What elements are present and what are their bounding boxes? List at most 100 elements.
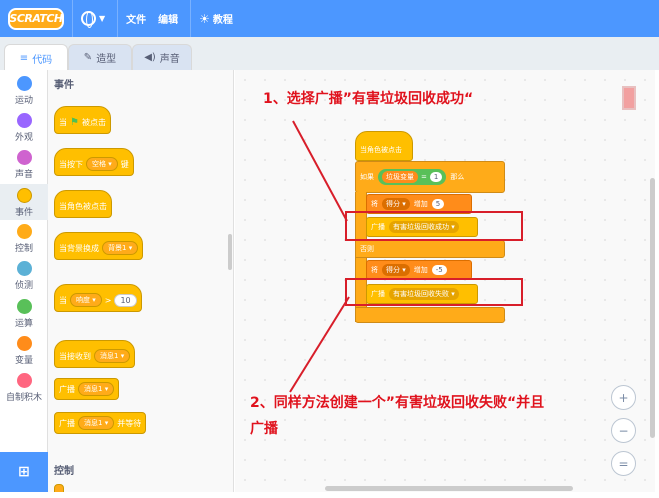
- speaker-icon: ◀): [144, 52, 156, 63]
- block-text: 当角色被点击: [59, 201, 107, 211]
- my-blocks-color-dot: [16, 373, 32, 388]
- category-motion[interactable]: 运动: [0, 76, 48, 106]
- tab-code-label: 代码: [32, 54, 53, 66]
- backdrop-value: 背景1: [108, 244, 127, 252]
- category-label: 运动: [14, 96, 33, 106]
- menu-divider: [190, 0, 192, 37]
- backdrop-dropdown[interactable]: 背景1 ▾: [102, 241, 139, 255]
- message-value: 消息1: [84, 419, 103, 427]
- sensing-color-dot: [16, 261, 32, 276]
- highlight-box-failure: [345, 278, 523, 306]
- events-heading: 事件: [54, 80, 74, 91]
- block-when-key-pressed[interactable]: 当按下 空格 ▾ 键: [54, 148, 134, 176]
- sensor-value: 响度: [76, 296, 90, 304]
- condition-value-input[interactable]: 1: [429, 172, 443, 182]
- script-area-horizontal-scrollbar[interactable]: [325, 486, 573, 491]
- annotation-step-2-line-2: 广播: [250, 421, 278, 437]
- block-when-sprite-clicked[interactable]: 当角色被点击: [54, 190, 112, 218]
- tutorials-menu[interactable]: ☀ 教程: [199, 11, 233, 27]
- if-condition-row[interactable]: 如果 垃圾变量 = 1 那么: [356, 166, 468, 188]
- file-menu[interactable]: 文件: [126, 11, 146, 26]
- chevron-down-icon: ▼: [99, 14, 106, 23]
- add-extension-icon: ⊞: [18, 464, 30, 480]
- tab-sounds[interactable]: ◀) 声音: [132, 44, 192, 70]
- zoom-reset-icon: =: [618, 456, 629, 471]
- equals-symbol: =: [421, 173, 427, 181]
- category-sound[interactable]: 声音: [0, 150, 48, 180]
- block-text: 键: [120, 159, 129, 169]
- category-menu: 运动 外观 声音 事件 控制 侦测 运算 变量 自制积木: [0, 70, 48, 456]
- block-broadcast-and-wait[interactable]: 广播 消息1 ▾ 并等待: [54, 412, 147, 434]
- block-when-flag-clicked[interactable]: 当 ⚑ 被点击: [54, 106, 111, 134]
- annotation-step-2-line-1: 2、同样方法创建一个”有害垃圾回收失败“并且: [250, 395, 545, 411]
- language-menu[interactable]: ▼: [81, 11, 106, 28]
- operators-color-dot: [16, 299, 32, 314]
- change-amount-input[interactable]: 5: [431, 199, 445, 209]
- variable-reporter[interactable]: 垃圾变量: [382, 171, 418, 183]
- category-label: 变量: [14, 356, 33, 366]
- message-value: 消息1: [84, 385, 103, 393]
- category-label: 事件: [14, 208, 33, 218]
- broadcast-wait-message-dropdown[interactable]: 消息1 ▾: [78, 416, 115, 430]
- lightbulb-icon: ☀: [199, 11, 210, 26]
- category-variables[interactable]: 变量: [0, 336, 48, 366]
- zoom-in-button[interactable]: +: [611, 385, 636, 410]
- block-text: 增加: [413, 266, 428, 274]
- broadcast-message-dropdown[interactable]: 消息1 ▾: [78, 382, 115, 396]
- threshold-input[interactable]: 10: [114, 293, 137, 307]
- events-color-dot: [16, 188, 32, 203]
- block-when-backdrop-switches[interactable]: 当背景换成 背景1 ▾: [54, 232, 144, 260]
- sound-color-dot: [16, 150, 32, 165]
- script-hat-sprite-clicked[interactable]: 当角色被点击: [355, 131, 413, 161]
- scratch-logo[interactable]: SCRATCH: [8, 7, 64, 30]
- block-text: 增加: [413, 200, 428, 208]
- category-label: 运算: [14, 319, 33, 329]
- zoom-out-button[interactable]: −: [611, 418, 636, 443]
- control-heading: 控制: [54, 466, 74, 477]
- zoom-out-icon: −: [618, 423, 629, 438]
- tab-costumes-label: 造型: [96, 54, 117, 65]
- category-looks[interactable]: 外观: [0, 113, 48, 143]
- variables-color-dot: [16, 336, 32, 351]
- variable-value: 得分: [386, 200, 400, 208]
- block-palette: 事件 当 ⚑ 被点击 当按下 空格 ▾ 键 当角色被点击 当背景换成 背景1 ▾…: [48, 70, 234, 492]
- message-dropdown[interactable]: 消息1 ▾: [94, 349, 131, 363]
- category-control[interactable]: 控制: [0, 224, 48, 254]
- block-when-receive[interactable]: 当接收到 消息1 ▾: [54, 340, 136, 368]
- variable-dropdown[interactable]: 得分 ▾: [382, 264, 410, 276]
- category-events[interactable]: 事件: [0, 184, 48, 220]
- block-control-partial[interactable]: [54, 484, 64, 492]
- change-amount-input[interactable]: -5: [431, 265, 447, 275]
- block-text: 并等待: [117, 418, 142, 428]
- block-when-greater-than[interactable]: 当 响度 ▾ > 10: [54, 284, 142, 312]
- variable-value: 得分: [386, 266, 400, 274]
- variable-dropdown[interactable]: 得分 ▾: [382, 198, 410, 210]
- category-my-blocks[interactable]: 自制积木: [0, 373, 48, 403]
- motion-color-dot: [16, 76, 32, 91]
- tab-sounds-label: 声音: [159, 54, 180, 65]
- tab-costumes[interactable]: ✎ 造型: [68, 44, 132, 70]
- category-label: 外观: [14, 133, 33, 143]
- equals-operator[interactable]: 垃圾变量 = 1: [378, 169, 447, 185]
- script-area-vertical-scrollbar[interactable]: [650, 178, 655, 438]
- change-variable-block-2[interactable]: 将 得分 ▾ 增加 -5: [366, 260, 472, 280]
- else-label-row: 否则: [356, 240, 378, 258]
- code-icon: ≡: [19, 52, 29, 64]
- sprite-thumbnail[interactable]: [622, 86, 636, 110]
- block-text: 被点击: [81, 117, 106, 127]
- menu-divider: [117, 0, 119, 37]
- add-extension-button[interactable]: ⊞: [0, 452, 48, 492]
- globe-icon: [81, 11, 96, 28]
- category-operators[interactable]: 运算: [0, 299, 48, 329]
- tab-code[interactable]: ≡ 代码: [4, 44, 68, 71]
- message-value: 消息1: [100, 352, 119, 360]
- block-broadcast[interactable]: 广播 消息1 ▾: [54, 378, 120, 400]
- brush-icon: ✎: [83, 52, 93, 63]
- block-text: 当角色被点击: [360, 146, 402, 154]
- key-dropdown[interactable]: 空格 ▾: [86, 157, 118, 171]
- category-sensing[interactable]: 侦测: [0, 261, 48, 291]
- edit-menu[interactable]: 编辑: [158, 11, 178, 26]
- palette-scrollbar[interactable]: [228, 234, 232, 270]
- zoom-reset-button[interactable]: =: [611, 451, 636, 476]
- sensor-dropdown[interactable]: 响度 ▾: [70, 293, 102, 307]
